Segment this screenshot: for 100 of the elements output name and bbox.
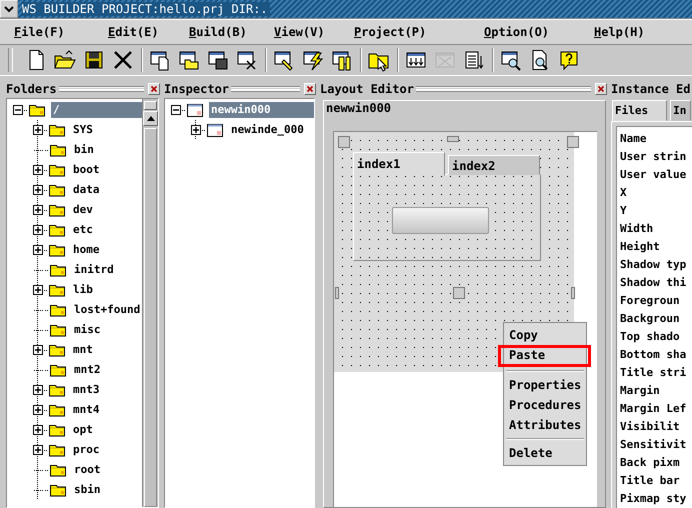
menu-item[interactable]: Option(O): [482, 23, 552, 41]
window-name: newwin000: [326, 101, 392, 115]
folder-icon: [50, 483, 66, 497]
tree-item[interactable]: lost+found: [72, 302, 142, 318]
resize-handle[interactable]: [453, 287, 465, 299]
folder-icon: [50, 143, 66, 157]
expand-icon[interactable]: [33, 205, 43, 215]
property-name: Backgroun: [620, 311, 681, 327]
expand-icon[interactable]: [33, 225, 43, 235]
menu-item[interactable]: Project(P): [352, 23, 428, 41]
expand-icon[interactable]: [33, 345, 43, 355]
property-name: Margin: [620, 383, 661, 399]
folder-icon: [49, 443, 65, 457]
tree-item[interactable]: data: [71, 182, 102, 198]
property-name: Height: [620, 239, 661, 255]
tree-item[interactable]: bin: [72, 142, 96, 158]
property-name: Foregroun: [620, 293, 681, 309]
menu-item[interactable]: Procedures: [504, 395, 586, 415]
expand-icon[interactable]: [33, 425, 43, 435]
up-arrow-icon[interactable]: [146, 115, 156, 122]
close-icon: [150, 84, 158, 92]
menu-item[interactable]: Delete: [504, 443, 586, 463]
property-name: Bottom sha: [620, 347, 688, 363]
menu-item[interactable]: Attributes: [504, 415, 586, 435]
menu-item[interactable]: View(V): [272, 23, 327, 41]
close-button[interactable]: [304, 82, 316, 94]
tab[interactable]: Files: [612, 100, 668, 121]
tab[interactable]: index2: [448, 155, 540, 175]
window-menu-button[interactable]: [0, 0, 18, 18]
tree-item[interactable]: dev: [71, 202, 95, 218]
scrollbar-thumb[interactable]: [144, 101, 157, 110]
tree-item[interactable]: initrd: [72, 262, 116, 278]
scrollbar[interactable]: [142, 99, 158, 507]
property-name: User strin: [620, 149, 688, 165]
expand-icon[interactable]: [33, 385, 43, 395]
pane-title: Folders: [6, 82, 57, 96]
pane-title: Layout Editor: [320, 82, 414, 96]
resize-handle[interactable]: [335, 287, 339, 299]
menu-item[interactable]: Build(B): [187, 23, 249, 41]
tree-item[interactable]: etc: [71, 222, 95, 238]
menu-item[interactable]: File(F): [12, 23, 67, 41]
folder-icon: [50, 323, 66, 337]
tree-item[interactable]: misc: [72, 322, 102, 338]
menu-item[interactable]: Copy: [504, 325, 586, 345]
collapse-icon[interactable]: [13, 105, 23, 115]
expand-icon[interactable]: [191, 125, 201, 135]
window-icon: [187, 104, 203, 116]
tab[interactable]: In: [670, 100, 692, 121]
folder-icon: [50, 463, 66, 477]
pane-title: Instance Ed: [611, 82, 690, 96]
property-name: Width: [620, 221, 654, 237]
tree-item[interactable]: boot: [71, 162, 102, 178]
tree-item[interactable]: newinde_000: [229, 122, 306, 138]
tree-item[interactable]: root: [72, 462, 102, 478]
folder-icon: [49, 383, 65, 397]
property-name: Margin Lef: [620, 401, 688, 417]
tree-item[interactable]: /: [51, 102, 142, 118]
resize-handle[interactable]: [447, 136, 459, 142]
push-button[interactable]: [392, 207, 489, 234]
folder-icon: [49, 403, 65, 417]
tree-item[interactable]: mnt: [71, 342, 95, 358]
expand-icon[interactable]: [33, 165, 43, 175]
resize-handle[interactable]: [338, 136, 350, 148]
property-name: X: [620, 185, 628, 201]
close-button[interactable]: [595, 82, 607, 94]
tree-item[interactable]: newwin000: [209, 102, 314, 118]
expand-icon[interactable]: [33, 285, 43, 295]
window-title: WS BUILDER PROJECT:hello.prj DIR:.: [22, 2, 270, 16]
property-name: Back pixm: [620, 455, 681, 471]
resize-handle[interactable]: [571, 287, 575, 299]
close-icon: [597, 84, 605, 92]
menu-item[interactable]: Paste: [498, 345, 591, 367]
tree-item[interactable]: sbin: [72, 482, 102, 498]
tree-item[interactable]: mnt2: [72, 362, 102, 378]
folder-icon: [49, 423, 65, 437]
tree-item[interactable]: proc: [71, 442, 102, 458]
expand-icon[interactable]: [33, 185, 43, 195]
tree-item[interactable]: mnt4: [71, 402, 102, 418]
expand-icon[interactable]: [33, 245, 43, 255]
tree-item[interactable]: opt: [71, 422, 95, 438]
pane-title: Inspector: [164, 82, 230, 96]
collapse-icon[interactable]: [171, 105, 181, 115]
tab[interactable]: index1: [353, 152, 445, 176]
expand-icon[interactable]: [33, 125, 43, 135]
tree-item[interactable]: SYS: [71, 122, 95, 138]
property-name: Title stri: [620, 365, 688, 381]
expand-icon[interactable]: [33, 445, 43, 455]
menu-item[interactable]: Properties: [504, 375, 586, 395]
property-name: Visibilit: [620, 419, 681, 435]
tree-item[interactable]: lib: [71, 282, 95, 298]
window-icon: [207, 124, 223, 136]
folder-icon: [50, 263, 66, 277]
resize-handle[interactable]: [567, 136, 579, 148]
property-name: Top shado: [620, 329, 681, 345]
close-button[interactable]: [148, 82, 160, 94]
menu-item[interactable]: Edit(E): [106, 23, 161, 41]
tree-item[interactable]: home: [71, 242, 102, 258]
expand-icon[interactable]: [33, 405, 43, 415]
tree-item[interactable]: mnt3: [71, 382, 102, 398]
menu-item[interactable]: Help(H): [592, 23, 647, 41]
